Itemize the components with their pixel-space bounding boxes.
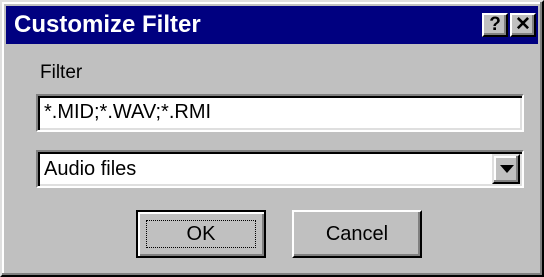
window-title: Customize Filter bbox=[14, 11, 201, 38]
file-type-select[interactable]: Audio files bbox=[36, 150, 524, 188]
chevron-down-icon bbox=[500, 165, 514, 173]
dropdown-button[interactable] bbox=[492, 154, 520, 184]
ok-button-label: OK bbox=[146, 220, 256, 248]
help-icon: ? bbox=[489, 14, 501, 35]
customize-filter-dialog: Customize Filter ? ✕ Filter *.MID;*.WAV;… bbox=[0, 0, 544, 277]
filter-label: Filter bbox=[40, 62, 83, 83]
cancel-button[interactable]: Cancel bbox=[292, 210, 422, 258]
filter-input[interactable]: *.MID;*.WAV;*.RMI bbox=[36, 94, 524, 132]
ok-button[interactable]: OK bbox=[136, 210, 266, 258]
close-button[interactable]: ✕ bbox=[510, 13, 536, 37]
close-icon: ✕ bbox=[515, 14, 531, 35]
title-bar[interactable]: Customize Filter ? ✕ bbox=[6, 6, 538, 44]
help-button[interactable]: ? bbox=[482, 13, 508, 37]
file-type-value: Audio files bbox=[44, 158, 137, 180]
